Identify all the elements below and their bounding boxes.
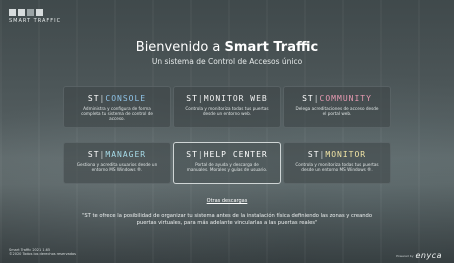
module-description: Controla y monitoriza todas tus puertas … [295, 162, 379, 172]
module-name: HELP CENTER [203, 150, 268, 159]
module-card-monitor-web[interactable]: ST|MONITOR WEB Controla y monitoriza tod… [173, 86, 281, 128]
module-title: ST|MONITOR WEB [186, 94, 268, 103]
module-name: MANAGER [105, 150, 147, 159]
module-description: Portal de ayuda y descarga de manuales. … [186, 162, 268, 172]
module-name: MONITOR WEB [203, 94, 268, 103]
page-title: Bienvenido a Smart Traffic [0, 40, 454, 55]
welcome-page: SMART TRAFFIC Bienvenido a Smart Traffic… [0, 0, 454, 263]
smart-traffic-logo[interactable]: SMART TRAFFIC [9, 9, 61, 24]
module-description: Gestiona y acredita usuarios desde un en… [76, 162, 158, 172]
module-title: ST|CONSOLE [87, 94, 147, 103]
module-name: CONSOLE [105, 94, 147, 103]
module-title: ST|MANAGER [87, 150, 147, 159]
module-description: Controla y monitoriza todas tus puertas … [185, 106, 269, 116]
hero: Bienvenido a Smart Traffic Un sistema de… [0, 40, 454, 66]
module-title: ST|MONITOR [307, 150, 367, 159]
brand-name: enyca [415, 251, 442, 260]
page-subtitle: Un sistema de Control de Accesos único [151, 57, 303, 66]
module-name: MONITOR [325, 150, 367, 159]
module-card-help-center[interactable]: ST|HELP CENTER Portal de ayuda y descarg… [173, 142, 281, 184]
title-brand: Smart Traffic [224, 40, 319, 55]
module-title: ST|HELP CENTER [186, 150, 268, 159]
info-quote: "ST te ofrece la posibilidad de organiza… [81, 213, 373, 226]
module-card-manager[interactable]: ST|MANAGER Gestiona y acredita usuarios … [63, 142, 171, 184]
other-downloads-link[interactable]: Otras descargas [0, 198, 454, 204]
module-description: Administra y configura de forma completa… [81, 106, 153, 121]
logo-mark-icon [9, 9, 61, 16]
powered-by-text: Powered by [396, 253, 414, 258]
module-title: ST|COMMUNITY [302, 94, 372, 103]
module-card-monitor[interactable]: ST|MONITOR Controla y monitoriza todas t… [283, 142, 391, 184]
module-description: Delega acreditaciones de acceso desde el… [295, 106, 379, 116]
enyca-logo[interactable]: Powered by enyca [396, 245, 442, 263]
module-name: COMMUNITY [319, 94, 372, 103]
module-card-console[interactable]: ST|CONSOLE Administra y configura de for… [63, 86, 171, 128]
footer-info: Smart Traffic 2021 1.65 ©2020 Todos los … [9, 248, 76, 257]
copyright-text: ©2020 Todos los derechos reservados [9, 252, 76, 257]
title-prefix: Bienvenido a [135, 40, 225, 55]
logo-text: SMART TRAFFIC [9, 18, 62, 24]
module-card-community[interactable]: ST|COMMUNITY Delega acreditaciones de ac… [283, 86, 391, 128]
